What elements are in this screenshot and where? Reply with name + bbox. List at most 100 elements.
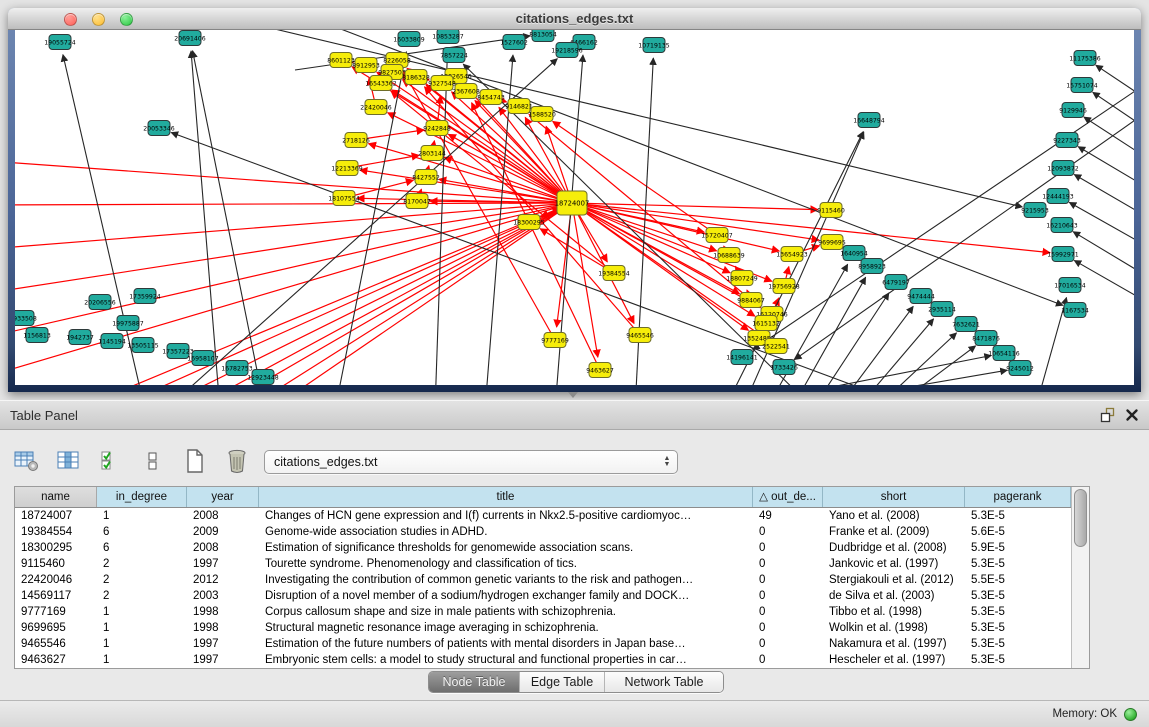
window-titlebar[interactable]: citations_edges.txt — [8, 8, 1141, 30]
citation-edge-red[interactable] — [572, 203, 598, 357]
scrollbar-thumb[interactable] — [1074, 489, 1087, 547]
graph-node-9227343[interactable]: 9227343 — [1053, 133, 1081, 148]
graph-node-14196141[interactable]: 14196141 — [726, 350, 758, 365]
column-header-in_degree[interactable]: in_degree — [97, 487, 187, 507]
table-mode-icon[interactable] — [14, 448, 40, 474]
graph-node-19055724[interactable]: 19055724 — [44, 35, 76, 50]
network-canvas[interactable]: 8601123891295382260589827503165433628186… — [15, 30, 1134, 385]
column-header-out_de[interactable]: △ out_de... — [753, 487, 823, 507]
graph-node-10688639[interactable]: 10688639 — [713, 248, 745, 263]
graph-node-12213369[interactable]: 12213369 — [331, 161, 363, 176]
column-header-name[interactable]: name — [15, 487, 97, 507]
citation-edge-black[interactable] — [1093, 92, 1134, 148]
graph-node-1156813[interactable]: 1156813 — [23, 328, 51, 343]
graph-node-15751074[interactable]: 15751074 — [1066, 78, 1098, 93]
graph-node-13654923[interactable]: 13654923 — [776, 247, 808, 262]
graph-node-9474444[interactable]: 9474444 — [907, 289, 935, 304]
graph-node-20206556[interactable]: 20206556 — [84, 295, 116, 310]
graph-node-1733426[interactable]: 1733426 — [770, 360, 798, 375]
citation-edge-black[interactable] — [791, 277, 866, 385]
graph-node-17359924[interactable]: 17359924 — [129, 289, 161, 304]
graph-node-19756928[interactable]: 19756928 — [768, 279, 800, 294]
graph-node-1527602[interactable]: 1527602 — [500, 35, 528, 50]
tab-node-table[interactable]: Node Table — [429, 672, 519, 692]
graph-node-18807249[interactable]: 18807249 — [726, 271, 758, 286]
graph-node-16958107[interactable]: 16958107 — [187, 351, 219, 366]
graph-node-2522541[interactable]: 2522541 — [762, 339, 790, 354]
graph-node-18724007[interactable]: 18724007 — [555, 191, 590, 215]
select-all-icon[interactable] — [98, 448, 124, 474]
table-row[interactable]: 2242004622012Investigating the contribut… — [15, 572, 1071, 588]
table-row[interactable]: 946362711997Embryonic stem cells: a mode… — [15, 652, 1071, 668]
graph-node-19384554[interactable]: 19384554 — [598, 266, 630, 281]
graph-node-7857224[interactable]: 7857224 — [440, 48, 468, 63]
citation-edge-red[interactable] — [270, 203, 572, 385]
graph-node-20691406[interactable]: 20691406 — [174, 31, 206, 46]
graph-node-1942737[interactable]: 1942737 — [66, 330, 94, 345]
graph-node-12923448[interactable]: 12923448 — [247, 370, 279, 385]
column-header-short[interactable]: short — [823, 487, 965, 507]
graph-node-2718126[interactable]: 2718126 — [342, 133, 370, 148]
graph-node-10853287[interactable]: 10853287 — [432, 30, 464, 44]
clear-selection-icon[interactable] — [140, 448, 166, 474]
graph-node-16033809[interactable]: 16033809 — [393, 32, 425, 47]
graph-node-18107554[interactable]: 18107554 — [328, 191, 360, 206]
graph-node-8170047[interactable]: 8170047 — [403, 194, 431, 209]
graph-node-9884067[interactable]: 9884067 — [737, 293, 765, 308]
citation-edge-red[interactable] — [190, 203, 572, 385]
graph-node-9777169[interactable]: 9777169 — [541, 333, 569, 348]
graph-node-16648794[interactable]: 16648794 — [853, 113, 885, 128]
new-column-icon[interactable] — [182, 448, 208, 474]
graph-node-9215953[interactable]: 9215953 — [1021, 203, 1049, 218]
graph-node-15720407[interactable]: 15720407 — [701, 228, 733, 243]
memory-ok-indicator-icon[interactable] — [1124, 708, 1137, 721]
citation-edge-black[interactable] — [1069, 202, 1134, 262]
citation-network-graph[interactable]: 8601123891295382260589827503165433628186… — [15, 30, 1134, 385]
column-header-year[interactable]: year — [187, 487, 259, 507]
citation-edge-red[interactable] — [15, 203, 572, 205]
graph-node-10654116[interactable]: 10654116 — [988, 346, 1020, 361]
column-header-title[interactable]: title — [259, 487, 753, 507]
graph-node-19218596[interactable]: 19218596 — [551, 43, 583, 58]
tab-edge-table[interactable]: Edge Table — [519, 672, 604, 692]
graph-node-8958923[interactable]: 8958923 — [858, 259, 886, 274]
graph-node-9115460[interactable]: 9115460 — [817, 203, 845, 218]
delete-column-icon[interactable] — [224, 448, 250, 474]
graph-node-1615132[interactable]: 1615132 — [752, 316, 780, 331]
graph-node-1167534[interactable]: 1167534 — [1061, 303, 1089, 318]
graph-node-12444193[interactable]: 12444193 — [1042, 189, 1074, 204]
graph-node-8471876[interactable]: 8471876 — [972, 331, 1000, 346]
citation-edge-black[interactable] — [1074, 175, 1134, 233]
graph-node-16210643[interactable]: 16210643 — [1046, 218, 1078, 233]
citation-edge-black[interactable] — [435, 49, 448, 385]
table-row[interactable]: 1830029562008Estimation of significance … — [15, 540, 1071, 556]
graph-node-9465546[interactable]: 9465546 — [626, 328, 654, 343]
graph-node-8912953[interactable]: 8912953 — [352, 58, 380, 73]
graph-node-15992971[interactable]: 15992971 — [1047, 247, 1079, 262]
tab-network-table[interactable]: Network Table — [604, 672, 723, 692]
panel-splitter-grip[interactable] — [568, 392, 578, 398]
table-row[interactable]: 911546021997Tourette syndrome. Phenomeno… — [15, 556, 1071, 572]
graph-node-11175386[interactable]: 11175386 — [1069, 51, 1101, 66]
graph-node-1588520[interactable]: 1588520 — [528, 107, 556, 122]
citation-edge-black[interactable] — [1078, 147, 1134, 204]
citation-edge-black[interactable] — [890, 346, 976, 385]
graph-node-13505115[interactable]: 13505115 — [127, 338, 159, 353]
float-panel-icon[interactable] — [1099, 407, 1115, 423]
table-row[interactable]: 1456911722003Disruption of a novel membe… — [15, 588, 1071, 604]
citation-edge-red[interactable] — [15, 160, 572, 203]
graph-node-8186328[interactable]: 8186328 — [402, 70, 430, 85]
citation-edge-black[interactable] — [1096, 65, 1134, 118]
citation-edge-red[interactable] — [444, 157, 572, 203]
graph-node-9245012[interactable]: 9245012 — [1006, 361, 1034, 376]
graph-node-8601123[interactable]: 8601123 — [327, 53, 355, 68]
graph-node-8454743[interactable]: 8454743 — [477, 90, 505, 105]
table-row[interactable]: 1938455462009Genome-wide association stu… — [15, 524, 1071, 540]
graph-node-2935114[interactable]: 2935114 — [928, 302, 956, 317]
graph-node-10719135[interactable]: 10719135 — [638, 38, 670, 53]
close-window-icon[interactable] — [64, 13, 77, 26]
graph-node-9699695[interactable]: 9699695 — [818, 235, 846, 250]
graph-node-6479197[interactable]: 6479197 — [882, 275, 910, 290]
graph-node-12093872[interactable]: 12093872 — [1047, 161, 1079, 176]
graph-node-16782753[interactable]: 16782753 — [221, 361, 253, 376]
